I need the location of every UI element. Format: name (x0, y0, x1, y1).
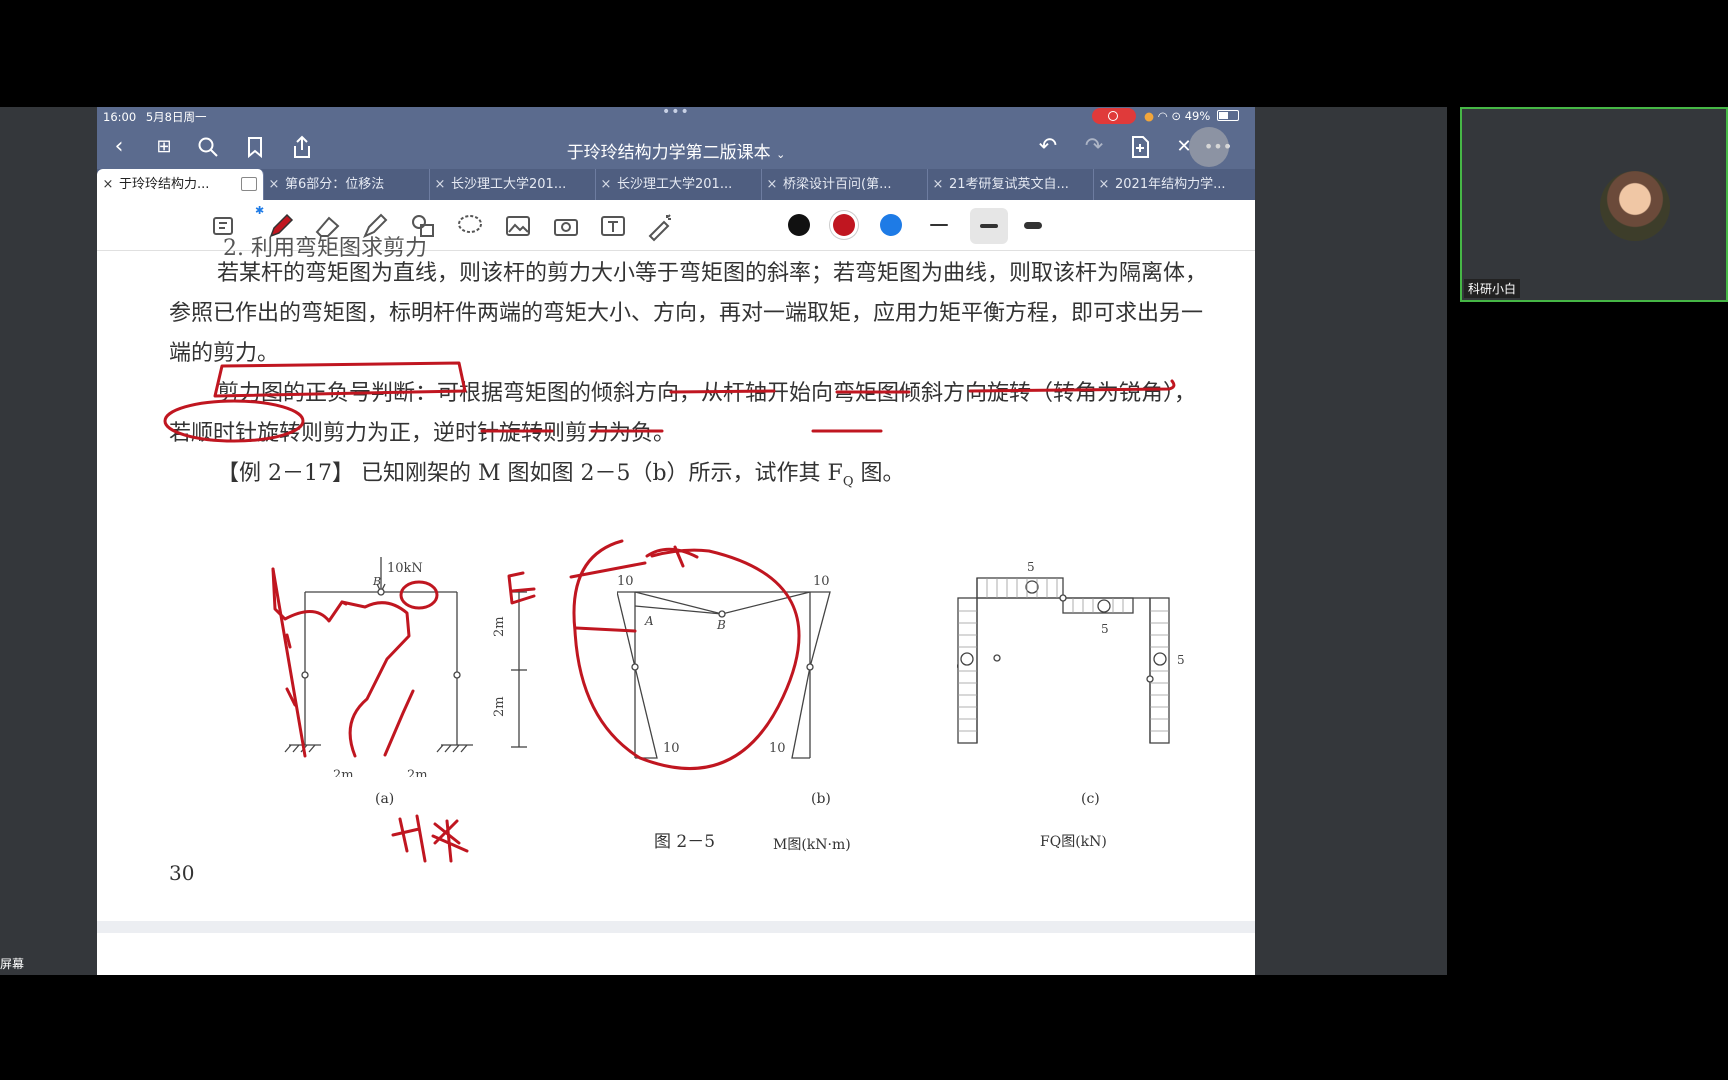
status-time: 16:00 (103, 110, 137, 124)
status-date: 5月8日周一 (145, 110, 207, 124)
tab-0[interactable]: × 于玲玲结构力... (97, 169, 264, 200)
participant-avatar (1600, 171, 1670, 241)
tab-label[interactable]: 长沙理工大学201... (451, 177, 566, 192)
undo-icon[interactable]: ↶ (1032, 131, 1064, 163)
status-time-date: 16:00 5月8日周一 (103, 109, 206, 125)
tab-label[interactable]: 第6部分：位移法 (285, 177, 384, 192)
chevron-down-icon[interactable]: ⌄ (776, 148, 785, 161)
tab-1[interactable]: × 第6部分：位移法 (263, 169, 430, 200)
ipad-screen: 16:00 5月8日周一 ••• ● ◠ ⊙ 49% ‹ ⊞ 于玲玲结构力学第二… (97, 107, 1255, 975)
add-page-icon[interactable] (1124, 131, 1156, 163)
nav-bar: ‹ ⊞ 于玲玲结构力学第二版课本 ⌄ ↶ ↷ ✕ ••• (97, 125, 1255, 169)
tab-2[interactable]: × 长沙理工大学201... (429, 169, 596, 200)
tab-close-icon[interactable]: × (97, 169, 119, 200)
tab-close-icon[interactable]: × (263, 169, 285, 200)
tab-label[interactable]: 桥梁设计百问(第... (783, 177, 891, 192)
redo-icon[interactable]: ↷ (1078, 131, 1110, 163)
tab-label[interactable]: 于玲玲结构力... (119, 177, 209, 192)
tab-label[interactable]: 2021年结构力学... (1115, 177, 1225, 192)
stroke-thin[interactable] (930, 224, 948, 226)
status-right: ● ◠ ⊙ 49% (1144, 109, 1239, 123)
tab-close-icon[interactable]: × (429, 169, 451, 200)
tab-label[interactable]: 21考研复试英文自... (949, 177, 1069, 192)
tab-bar: × 于玲玲结构力... × 第6部分：位移法 × 长沙理工大学201... × 长沙理工… (97, 169, 1255, 200)
participant-name: 科研小白 (1464, 279, 1521, 298)
left-gray-strip (0, 107, 97, 975)
rotation-lock-icon: ⊙ (1171, 109, 1182, 123)
tab-close-icon[interactable]: × (927, 169, 949, 200)
tab-close-icon[interactable]: × (595, 169, 617, 200)
stroke-thick[interactable] (1024, 222, 1042, 229)
right-gray-strip (1255, 107, 1447, 975)
battery-percent: 49% (1184, 109, 1211, 123)
red-ink-annotations (163, 361, 1176, 863)
screen-share-label: 屏幕 (0, 957, 25, 971)
split-view-icon[interactable] (241, 177, 257, 191)
document-page: 2. 利用弯矩图求剪力 若某杆的弯矩图为直线，则该杆的剪力大小等于弯矩图的斜率；… (97, 236, 1255, 921)
tab-4[interactable]: × 桥梁设计百问(第... (761, 169, 928, 200)
bluetooth-icon: ✱ (255, 204, 265, 217)
tab-label[interactable]: 长沙理工大学201... (617, 177, 732, 192)
multitask-dots-icon[interactable]: ••• (662, 107, 690, 120)
status-bar: 16:00 5月8日周一 ••• ● ◠ ⊙ 49% (97, 107, 1255, 125)
battery-icon (1216, 110, 1239, 121)
screen-record-icon (1092, 108, 1136, 124)
page-separator (97, 921, 1255, 933)
document-title-text[interactable]: 于玲玲结构力学第二版课本 (567, 143, 771, 163)
assistive-touch-icon[interactable] (1189, 127, 1229, 167)
tab-3[interactable]: × 长沙理工大学201... (595, 169, 762, 200)
orange-dot-icon: ● (1144, 109, 1155, 123)
tab-5[interactable]: × 21考研复试英文自... (927, 169, 1094, 200)
tab-6[interactable]: × 2021年结构力学... (1093, 169, 1255, 200)
tab-close-icon[interactable]: × (1093, 169, 1115, 200)
tab-close-icon[interactable]: × (761, 169, 783, 200)
video-tile[interactable]: 科研小白 (1460, 107, 1728, 302)
wifi-icon: ◠ (1157, 109, 1168, 123)
